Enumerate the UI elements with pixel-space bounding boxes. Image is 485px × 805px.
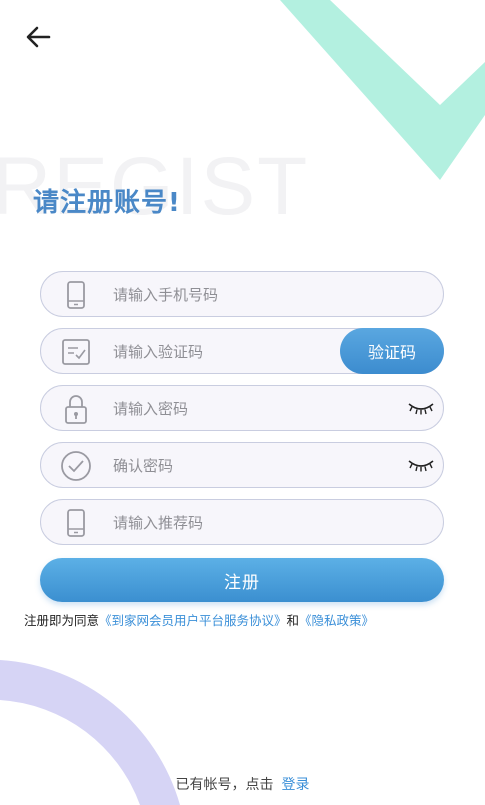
confirm-password-field [40, 442, 444, 489]
phone-icon [59, 279, 93, 311]
code-input[interactable] [111, 329, 375, 375]
lock-icon [59, 393, 93, 425]
confirm-password-input[interactable] [111, 443, 375, 489]
agreement-text: 注册即为同意《到家网会员用户平台服务协议》和《隐私政策》 [24, 610, 474, 629]
referral-input[interactable] [111, 500, 375, 546]
eye-closed-icon[interactable] [407, 400, 435, 418]
phone-input[interactable] [111, 272, 375, 318]
page-title: 请注册账号! [33, 188, 181, 218]
check-circle-icon [59, 450, 93, 482]
privacy-policy-link[interactable]: 《隐私政策》 [299, 613, 374, 628]
login-prompt-text: 已有帐号，点击 [175, 777, 274, 793]
referral-field [40, 499, 444, 546]
login-prompt: 已有帐号，点击 登录 [0, 774, 485, 794]
eye-closed-icon[interactable] [407, 457, 435, 475]
password-input[interactable] [111, 386, 375, 432]
message-check-icon [59, 336, 93, 368]
login-link[interactable]: 登录 [282, 777, 310, 793]
code-field: 验证码 [40, 328, 444, 375]
register-button[interactable]: 注册 [40, 558, 444, 602]
agreement-prefix: 注册即为同意 [24, 613, 100, 628]
back-button[interactable] [20, 22, 56, 52]
arrow-left-icon [26, 26, 51, 48]
password-field [40, 385, 444, 432]
agreement-conjunction: 和 [286, 613, 300, 628]
service-agreement-link[interactable]: 《到家网会员用户平台服务协议》 [99, 613, 287, 628]
phone-icon [59, 507, 93, 539]
get-code-button[interactable]: 验证码 [340, 328, 444, 374]
phone-field [40, 271, 444, 318]
